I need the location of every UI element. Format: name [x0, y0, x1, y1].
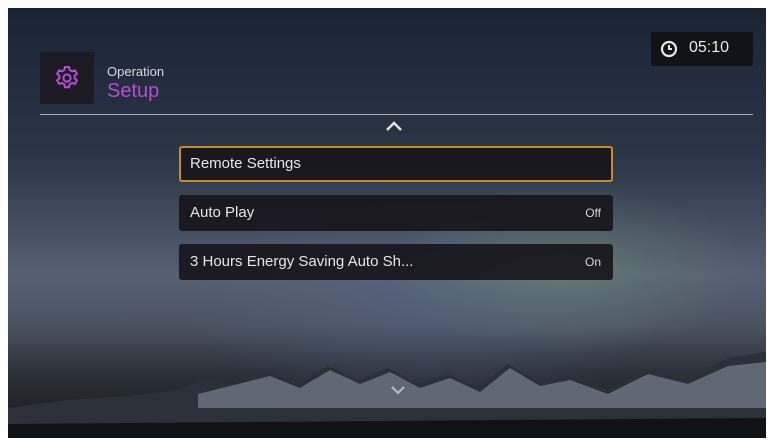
chevron-down-icon[interactable] [390, 385, 406, 395]
section-icon-box [40, 52, 94, 104]
header-divider [40, 114, 753, 115]
menu-item-value: On [584, 255, 601, 269]
page-title: Setup [107, 80, 160, 102]
tv-screen: Operation Setup 05:10 Remote Settings Au… [8, 8, 766, 438]
menu-item-label: Auto Play [190, 204, 255, 221]
menu-item-energy-saving[interactable]: 3 Hours Energy Saving Auto Sh... On [179, 244, 613, 280]
chevron-up-icon[interactable] [385, 120, 403, 132]
clock-widget: 05:10 [651, 32, 753, 66]
gear-icon [55, 66, 79, 89]
clock-time: 05:10 [689, 39, 730, 56]
menu-item-label: 3 Hours Energy Saving Auto Sh... [190, 253, 414, 270]
menu-item-auto-play[interactable]: Auto Play Off [179, 195, 613, 231]
menu-item-value: Off [585, 206, 601, 220]
menu-item-remote-settings[interactable]: Remote Settings [179, 146, 613, 182]
clock-icon [660, 40, 678, 58]
menu-item-label: Remote Settings [190, 155, 301, 172]
mountain-background [8, 352, 766, 438]
section-subtitle: Operation [107, 64, 165, 79]
